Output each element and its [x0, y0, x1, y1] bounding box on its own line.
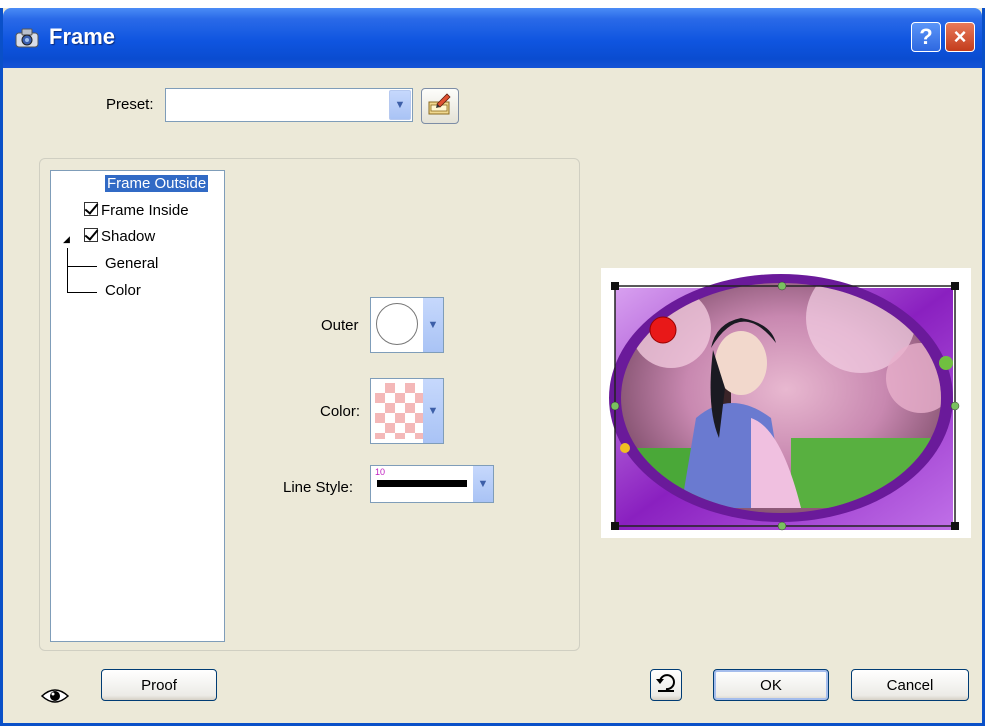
ok-button[interactable]: OK [713, 669, 829, 701]
color-label: Color: [320, 403, 361, 420]
line-style-sample [377, 480, 467, 487]
tree-connector [67, 266, 97, 267]
chevron-down-icon[interactable]: ▼ [423, 298, 443, 352]
preview-image [609, 274, 960, 531]
outer-label: Outer [321, 317, 359, 334]
save-preset-button[interactable] [421, 88, 459, 124]
reset-icon [655, 673, 677, 697]
shadow-checkbox[interactable] [84, 228, 98, 242]
line-style-picker[interactable]: 10 ▼ [370, 465, 494, 503]
frame-preview[interactable] [601, 268, 971, 538]
save-preset-icon [427, 92, 453, 120]
chevron-down-icon[interactable]: ▼ [389, 90, 411, 120]
frame-dialog: Frame ? × Preset: ▼ Frame Outside Frame … [0, 8, 985, 726]
transparent-color-swatch [375, 383, 425, 439]
title-bar[interactable]: Frame ? × [3, 8, 982, 68]
cancel-button[interactable]: Cancel [851, 669, 969, 701]
color-picker[interactable]: ▼ [370, 378, 444, 444]
outer-style-picker[interactable]: ▼ [370, 297, 444, 353]
window-title: Frame [49, 24, 116, 49]
tree-item-frame-inside[interactable]: Frame Inside [84, 202, 189, 219]
chevron-down-icon[interactable]: ▼ [423, 379, 443, 443]
tree-connector [67, 248, 68, 292]
tree-item-frame-outside[interactable]: Frame Outside [105, 175, 209, 192]
line-width-value: 10 [375, 467, 386, 477]
tree-item-label: Shadow [101, 228, 156, 245]
preset-dropdown[interactable]: ▼ [165, 88, 413, 122]
frame-inside-checkbox[interactable] [84, 202, 98, 216]
tree-item-general[interactable]: General [105, 255, 158, 272]
frame-part-tree[interactable]: Frame Outside Frame Inside ◢ Shadow Gene… [50, 170, 225, 642]
line-style-label: Line Style: [283, 479, 354, 496]
expand-triangle-icon[interactable]: ◢ [63, 234, 70, 245]
tree-item-label: General [105, 255, 159, 272]
eye-icon[interactable] [40, 687, 70, 705]
outer-circle-swatch [376, 303, 418, 345]
reset-button[interactable] [650, 669, 682, 701]
tree-item-shadow[interactable]: Shadow [84, 228, 155, 245]
preset-label: Preset: [106, 96, 154, 113]
tree-item-color[interactable]: Color [105, 282, 141, 299]
tree-connector [67, 292, 97, 293]
help-button[interactable]: ? [911, 22, 941, 52]
tree-item-label: Frame Outside [107, 175, 207, 192]
chevron-down-icon[interactable]: ▼ [473, 466, 493, 502]
close-button[interactable]: × [945, 22, 975, 52]
tree-item-label: Color [105, 282, 141, 299]
camera-app-icon [15, 27, 39, 49]
tree-item-label: Frame Inside [101, 202, 189, 219]
proof-button[interactable]: Proof [101, 669, 217, 701]
